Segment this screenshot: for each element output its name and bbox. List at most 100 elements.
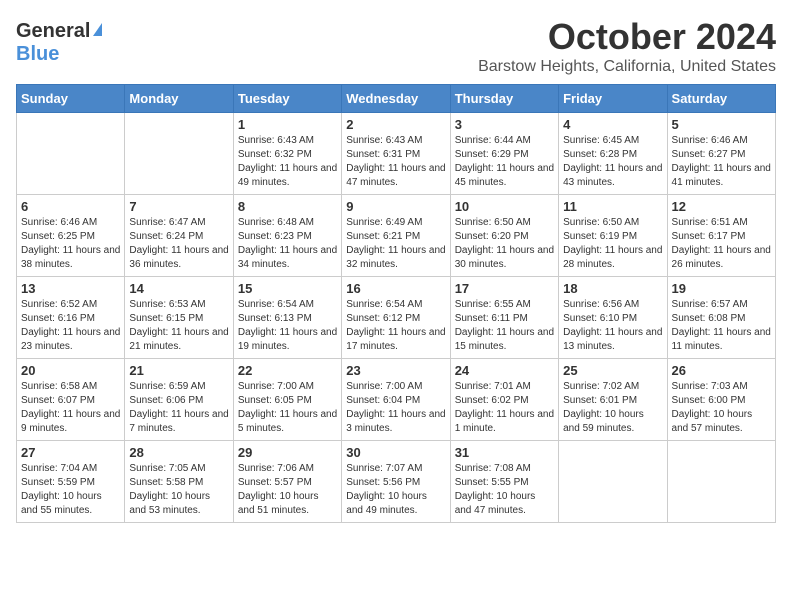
day-info: Sunrise: 6:59 AM Sunset: 6:06 PM Dayligh… [129, 380, 228, 436]
day-cell-w3-d1: 13 Sunrise: 6:52 AM Sunset: 6:16 PM Dayli… [17, 277, 125, 359]
day-cell-w2-d4: 9 Sunrise: 6:49 AM Sunset: 6:21 PM Daylig… [342, 195, 450, 277]
day-cell-w4-d1: 20 Sunrise: 6:58 AM Sunset: 6:07 PM Dayli… [17, 359, 125, 441]
day-number: 18 [563, 281, 662, 296]
day-number: 25 [563, 363, 662, 378]
day-cell-w2-d6: 11 Sunrise: 6:50 AM Sunset: 6:19 PM Dayli… [559, 195, 667, 277]
day-cell-w5-d2: 28Sunrise: 7:05 AM Sunset: 5:58 PM Dayli… [125, 441, 233, 523]
day-cell-w5-d7 [667, 441, 775, 523]
location-title: Barstow Heights, California, United Stat… [478, 58, 776, 76]
day-cell-w1-d2 [125, 113, 233, 195]
day-cell-w4-d7: 26 Sunrise: 7:03 AM Sunset: 6:00 PM Dayli… [667, 359, 775, 441]
day-info: Sunrise: 7:02 AM Sunset: 6:01 PM Dayligh… [563, 380, 662, 436]
day-info: Sunrise: 7:05 AM Sunset: 5:58 PM Dayligh… [129, 462, 228, 518]
day-info: Sunrise: 7:00 AM Sunset: 6:04 PM Dayligh… [346, 380, 445, 436]
day-number: 12 [672, 199, 771, 214]
day-info: Sunrise: 6:56 AM Sunset: 6:10 PM Dayligh… [563, 298, 662, 354]
day-cell-w5-d6 [559, 441, 667, 523]
day-info: Sunrise: 6:44 AM Sunset: 6:29 PM Dayligh… [455, 134, 554, 190]
month-title: October 2024 [478, 16, 776, 58]
header-friday: Friday [559, 85, 667, 113]
day-cell-w4-d6: 25 Sunrise: 7:02 AM Sunset: 6:01 PM Dayli… [559, 359, 667, 441]
day-cell-w3-d2: 14Sunrise: 6:53 AM Sunset: 6:15 PM Dayli… [125, 277, 233, 359]
day-number: 24 [455, 363, 554, 378]
day-info: Sunrise: 6:43 AM Sunset: 6:31 PM Dayligh… [346, 134, 445, 190]
header-row: Sunday Monday Tuesday Wednesday Thursday… [17, 85, 776, 113]
day-info: Sunrise: 6:45 AM Sunset: 6:28 PM Dayligh… [563, 134, 662, 190]
day-number: 15 [238, 281, 337, 296]
day-info: Sunrise: 6:49 AM Sunset: 6:21 PM Dayligh… [346, 216, 445, 272]
day-number: 13 [21, 281, 120, 296]
header-monday: Monday [125, 85, 233, 113]
day-cell-w4-d5: 24Sunrise: 7:01 AM Sunset: 6:02 PM Dayli… [450, 359, 558, 441]
day-cell-w4-d3: 22 Sunrise: 7:00 AM Sunset: 6:05 PM Dayli… [233, 359, 341, 441]
day-info: Sunrise: 7:00 AM Sunset: 6:05 PM Dayligh… [238, 380, 337, 436]
day-cell-w2-d7: 12 Sunrise: 6:51 AM Sunset: 6:17 PM Dayli… [667, 195, 775, 277]
day-info: Sunrise: 7:04 AM Sunset: 5:59 PM Dayligh… [21, 462, 120, 518]
day-info: Sunrise: 7:03 AM Sunset: 6:00 PM Dayligh… [672, 380, 771, 436]
day-number: 20 [21, 363, 120, 378]
day-cell-w4-d2: 21 Sunrise: 6:59 AM Sunset: 6:06 PM Dayli… [125, 359, 233, 441]
day-number: 4 [563, 117, 662, 132]
week-row-3: 13 Sunrise: 6:52 AM Sunset: 6:16 PM Dayli… [17, 277, 776, 359]
week-row-1: 1Sunrise: 6:43 AM Sunset: 6:32 PM Daylig… [17, 113, 776, 195]
day-number: 21 [129, 363, 228, 378]
day-info: Sunrise: 6:52 AM Sunset: 6:16 PM Dayligh… [21, 298, 120, 354]
day-info: Sunrise: 6:46 AM Sunset: 6:27 PM Dayligh… [672, 134, 771, 190]
day-number: 29 [238, 445, 337, 460]
week-row-2: 6Sunrise: 6:46 AM Sunset: 6:25 PM Daylig… [17, 195, 776, 277]
header-sunday: Sunday [17, 85, 125, 113]
title-section: October 2024 Barstow Heights, California… [478, 16, 776, 76]
day-cell-w5-d3: 29 Sunrise: 7:06 AM Sunset: 5:57 PM Dayli… [233, 441, 341, 523]
header-wednesday: Wednesday [342, 85, 450, 113]
logo-blue-text: Blue [16, 43, 59, 65]
day-cell-w4-d4: 23 Sunrise: 7:00 AM Sunset: 6:04 PM Dayli… [342, 359, 450, 441]
day-number: 17 [455, 281, 554, 296]
day-number: 5 [672, 117, 771, 132]
day-number: 23 [346, 363, 445, 378]
day-info: Sunrise: 6:48 AM Sunset: 6:23 PM Dayligh… [238, 216, 337, 272]
day-number: 8 [238, 199, 337, 214]
logo-general-text: General [16, 20, 90, 43]
day-number: 9 [346, 199, 445, 214]
day-info: Sunrise: 6:54 AM Sunset: 6:13 PM Dayligh… [238, 298, 337, 354]
day-cell-w3-d7: 19 Sunrise: 6:57 AM Sunset: 6:08 PM Dayli… [667, 277, 775, 359]
day-number: 2 [346, 117, 445, 132]
day-info: Sunrise: 6:54 AM Sunset: 6:12 PM Dayligh… [346, 298, 445, 354]
day-cell-w5-d4: 30Sunrise: 7:07 AM Sunset: 5:56 PM Dayli… [342, 441, 450, 523]
week-row-5: 27 Sunrise: 7:04 AM Sunset: 5:59 PM Dayli… [17, 441, 776, 523]
day-cell-w2-d1: 6Sunrise: 6:46 AM Sunset: 6:25 PM Daylig… [17, 195, 125, 277]
header-thursday: Thursday [450, 85, 558, 113]
logo-arrow-icon [93, 23, 102, 36]
day-info: Sunrise: 6:50 AM Sunset: 6:19 PM Dayligh… [563, 216, 662, 272]
header-tuesday: Tuesday [233, 85, 341, 113]
day-cell-w2-d2: 7 Sunrise: 6:47 AM Sunset: 6:24 PM Daylig… [125, 195, 233, 277]
day-info: Sunrise: 7:07 AM Sunset: 5:56 PM Dayligh… [346, 462, 445, 518]
day-cell-w1-d1 [17, 113, 125, 195]
day-number: 10 [455, 199, 554, 214]
day-info: Sunrise: 6:51 AM Sunset: 6:17 PM Dayligh… [672, 216, 771, 272]
day-number: 22 [238, 363, 337, 378]
day-info: Sunrise: 7:06 AM Sunset: 5:57 PM Dayligh… [238, 462, 337, 518]
day-number: 11 [563, 199, 662, 214]
day-info: Sunrise: 6:47 AM Sunset: 6:24 PM Dayligh… [129, 216, 228, 272]
day-cell-w1-d5: 3 Sunrise: 6:44 AM Sunset: 6:29 PM Daylig… [450, 113, 558, 195]
day-info: Sunrise: 6:58 AM Sunset: 6:07 PM Dayligh… [21, 380, 120, 436]
day-cell-w3-d3: 15 Sunrise: 6:54 AM Sunset: 6:13 PM Dayli… [233, 277, 341, 359]
day-number: 27 [21, 445, 120, 460]
day-info: Sunrise: 6:46 AM Sunset: 6:25 PM Dayligh… [21, 216, 120, 272]
day-number: 31 [455, 445, 554, 460]
calendar-table: Sunday Monday Tuesday Wednesday Thursday… [16, 84, 776, 523]
day-cell-w1-d6: 4 Sunrise: 6:45 AM Sunset: 6:28 PM Daylig… [559, 113, 667, 195]
day-number: 7 [129, 199, 228, 214]
day-number: 16 [346, 281, 445, 296]
day-number: 3 [455, 117, 554, 132]
day-cell-w1-d4: 2 Sunrise: 6:43 AM Sunset: 6:31 PM Daylig… [342, 113, 450, 195]
day-cell-w5-d5: 31Sunrise: 7:08 AM Sunset: 5:55 PM Dayli… [450, 441, 558, 523]
day-info: Sunrise: 6:57 AM Sunset: 6:08 PM Dayligh… [672, 298, 771, 354]
day-number: 26 [672, 363, 771, 378]
day-cell-w2-d5: 10 Sunrise: 6:50 AM Sunset: 6:20 PM Dayli… [450, 195, 558, 277]
day-number: 19 [672, 281, 771, 296]
day-number: 1 [238, 117, 337, 132]
day-cell-w1-d3: 1Sunrise: 6:43 AM Sunset: 6:32 PM Daylig… [233, 113, 341, 195]
day-info: Sunrise: 6:50 AM Sunset: 6:20 PM Dayligh… [455, 216, 554, 272]
